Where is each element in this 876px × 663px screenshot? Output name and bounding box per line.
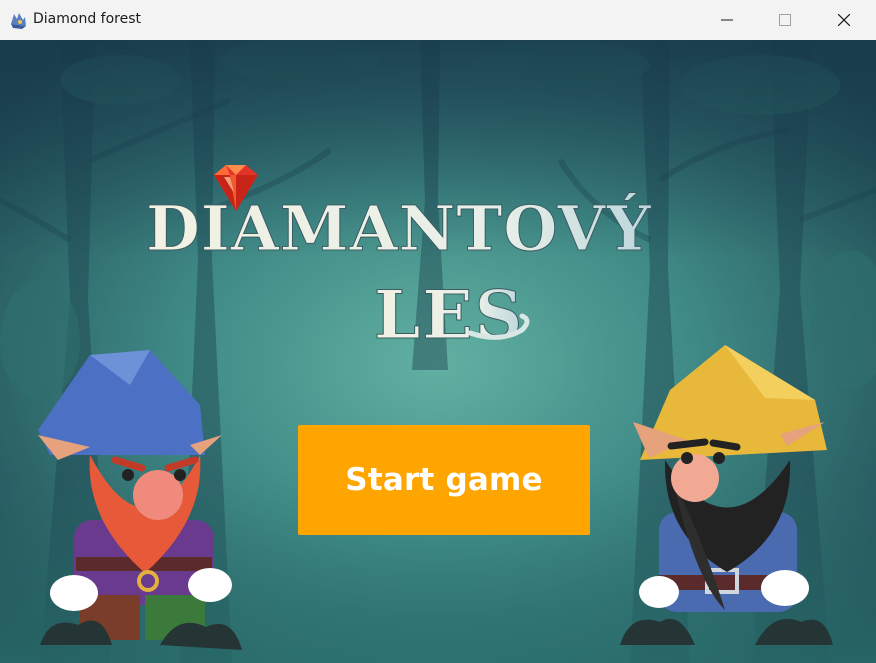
game-screen: DIAMANTOVÝ LES Start game [0,40,876,663]
red-bearded-gnome [38,350,242,650]
logo-graphic: DIAMANTOVÝ LES [146,165,652,355]
logo-line-2: LES [374,276,524,354]
game-window: Diamond forest DIAMANTOVÝ LES Start game [0,0,876,663]
close-button[interactable] [815,0,873,40]
logo-line-1: DIAMANTOVÝ [146,192,652,265]
black-bearded-gnome [620,345,833,645]
window-title: Diamond forest [33,11,142,27]
minimize-icon [721,19,733,21]
game-logo: DIAMANTOVÝ LES [130,158,730,358]
app-icon [11,13,26,29]
close-icon [838,14,850,26]
start-game-button[interactable]: Start game [298,425,590,535]
maximize-button[interactable] [756,0,814,40]
maximize-icon [779,14,791,26]
minimize-button[interactable] [698,0,756,40]
title-bar[interactable]: Diamond forest [0,0,876,41]
start-game-label: Start game [345,462,543,498]
